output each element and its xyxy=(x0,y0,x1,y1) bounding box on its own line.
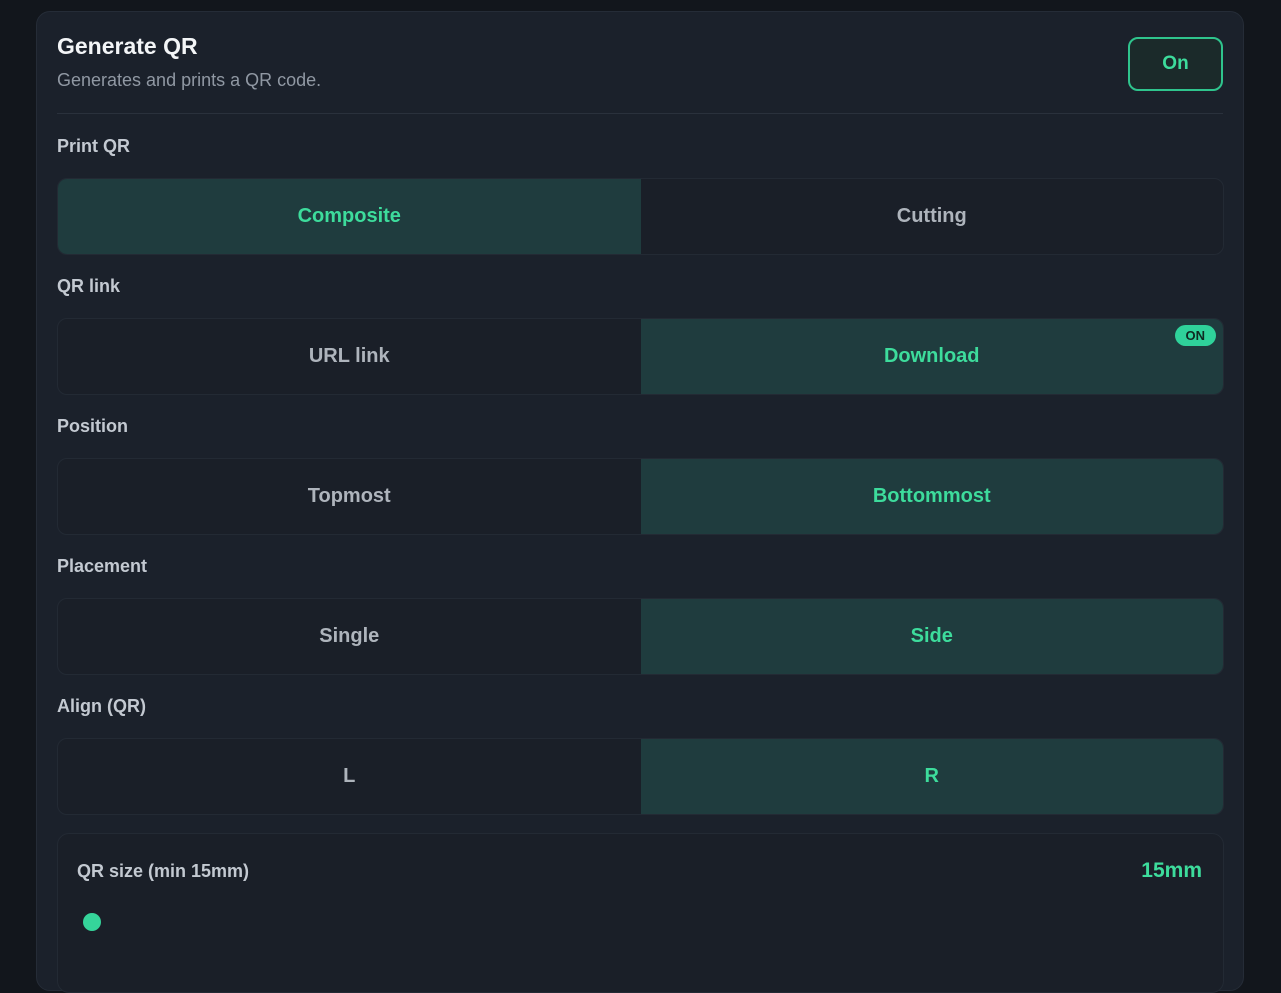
position-label: Position xyxy=(57,416,128,436)
position-segmented-control: Topmost Bottommost xyxy=(57,458,1224,535)
print-qr-label: Print QR xyxy=(57,136,131,156)
print-qr-option-cutting[interactable]: Cutting xyxy=(641,179,1224,254)
panel-subtitle: Generates and prints a QR code. xyxy=(57,70,322,90)
qr-link-label: QR link xyxy=(57,276,121,296)
qr-size-label: QR size (min 15mm) xyxy=(77,861,250,881)
print-qr-segmented-control: Composite Cutting xyxy=(57,178,1224,255)
qr-size-slider-thumb[interactable] xyxy=(83,913,101,931)
qr-link-option-download[interactable]: Download ON xyxy=(640,319,1223,394)
align-option-right[interactable]: R xyxy=(640,739,1223,814)
align-option-left[interactable]: L xyxy=(58,739,641,814)
panel-title: Generate QR xyxy=(57,33,198,59)
placement-label: Placement xyxy=(57,556,148,576)
on-badge: ON xyxy=(1174,325,1216,346)
qr-link-option-download-label: Download xyxy=(883,345,980,367)
print-qr-option-composite[interactable]: Composite xyxy=(58,179,641,254)
placement-option-single[interactable]: Single xyxy=(58,599,641,674)
align-segmented-control: L R xyxy=(57,738,1224,815)
qr-link-segmented-control: URL link Download ON xyxy=(57,318,1224,395)
align-label: Align (QR) xyxy=(57,696,146,716)
position-option-bottommost[interactable]: Bottommost xyxy=(640,459,1223,534)
qr-size-slider[interactable] xyxy=(83,913,1193,931)
placement-segmented-control: Single Side xyxy=(57,598,1224,675)
qr-link-option-url-link[interactable]: URL link xyxy=(58,319,641,394)
position-option-topmost[interactable]: Topmost xyxy=(58,459,641,534)
panel-header: Generate QR Generates and prints a QR co… xyxy=(57,12,1223,114)
qr-size-card: QR size (min 15mm) 15mm xyxy=(57,833,1224,993)
generate-qr-panel: Generate QR Generates and prints a QR co… xyxy=(36,11,1244,993)
enable-toggle-button[interactable]: On xyxy=(1128,37,1223,91)
qr-size-value: 15mm xyxy=(1141,859,1202,882)
placement-option-side[interactable]: Side xyxy=(640,599,1223,674)
